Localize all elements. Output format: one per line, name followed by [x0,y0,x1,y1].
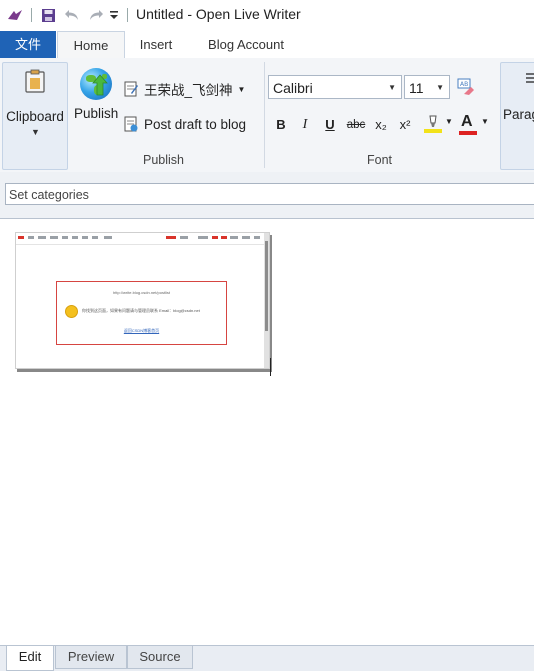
clipboard-label: Clipboard [6,109,64,124]
account-name: 王荣战_飞剑神 [144,83,233,98]
paragraph-button[interactable]: Parag [500,62,534,170]
screenshot-nav-strip [16,233,269,241]
text-cursor [270,358,271,376]
chevron-down-icon: ▼ [388,83,396,92]
smiley-icon [65,305,78,318]
draft-document-icon [124,116,138,132]
font-name-value: Calibri [273,80,313,96]
font-color-swatch [459,131,477,135]
tab-blog-account[interactable]: Blog Account [192,31,300,58]
font-name-select[interactable]: Calibri ▼ [268,75,402,99]
embedded-screenshot[interactable]: http://write.blog.csdn.net/postlist 你找到这… [15,232,270,369]
categories-input[interactable]: Set categories [5,183,534,205]
post-draft-button[interactable]: Post draft to blog [124,114,246,134]
chevron-down-icon: ▼ [31,127,40,137]
tab-file[interactable]: 文件 [0,31,56,58]
upload-arrow-icon [92,74,108,96]
svg-text:AB: AB [460,81,468,88]
categories-bar: Set categories [0,172,534,219]
bold-button[interactable]: B [273,116,289,134]
superscript-button[interactable]: x² [397,116,413,134]
save-icon[interactable] [39,6,57,24]
paragraph-label: Parag [503,107,534,122]
font-size-select[interactable]: 11 ▼ [404,75,450,99]
subscript-button[interactable]: x₂ [373,116,389,134]
tab-insert[interactable]: Insert [126,31,186,58]
editor-area[interactable]: http://write.blog.csdn.net/postlist 你找到这… [0,219,534,645]
undo-icon[interactable] [63,6,81,24]
view-tabs: Edit Preview Source [0,645,534,671]
edit-document-icon [124,81,138,97]
underline-button[interactable]: U [322,116,338,134]
tab-home[interactable]: Home [57,31,125,59]
redo-icon[interactable] [87,6,105,24]
clipboard-button[interactable]: Clipboard ▼ [2,62,68,170]
font-color-button[interactable]: A ▼ [459,113,489,136]
chevron-down-icon: ▼ [481,117,489,126]
tab-preview[interactable]: Preview [55,646,127,669]
paragraph-align-icon [526,73,534,83]
highlight-color-button[interactable]: ▼ [424,114,454,136]
font-size-value: 11 [409,80,424,96]
blog-account-dropdown[interactable]: 王荣战_飞剑神 ▼ [124,79,245,99]
error-message: 你找到这页面，如果有问题请与管理员联系 Email：blog@csdn.net [82,308,200,313]
chevron-down-icon: ▼ [237,84,246,94]
publish-label: Publish [74,106,119,121]
tab-source[interactable]: Source [127,646,193,669]
italic-button[interactable]: I [297,116,313,134]
divider [127,8,128,22]
font-group-label: Font [367,153,393,167]
group-divider [264,62,265,168]
ribbon: Clipboard ▼ Publish 王荣战_飞剑神 ▼ Post draft… [0,58,534,173]
publish-group-label: Publish [143,153,184,167]
highlighter-icon [424,115,442,133]
post-draft-label: Post draft to blog [144,116,247,132]
publish-button[interactable]: Publish [74,64,118,126]
back-home-link: 返回CSDN博客首页 [123,328,160,333]
font-color-letter: A [461,113,473,130]
divider [31,8,32,22]
error-box: http://write.blog.csdn.net/postlist 你找到这… [56,281,227,345]
tab-edit[interactable]: Edit [6,646,54,671]
ribbon-tabs: 文件 Home Insert Blog Account [0,31,534,59]
customize-dropdown-icon[interactable] [108,6,120,24]
chevron-down-icon: ▼ [445,117,453,126]
clear-formatting-icon[interactable]: AB [456,77,476,97]
error-url: http://write.blog.csdn.net/postlist [113,290,170,295]
chevron-down-icon: ▼ [436,83,444,92]
app-icon[interactable] [6,6,24,24]
screenshot-scrollbar [264,233,269,368]
clipboard-icon [25,69,45,93]
title-bar: Untitled - Open Live Writer [0,0,534,31]
divider [16,244,264,245]
window-title: Untitled - Open Live Writer [136,6,301,22]
strikethrough-button[interactable]: abc [345,116,367,134]
